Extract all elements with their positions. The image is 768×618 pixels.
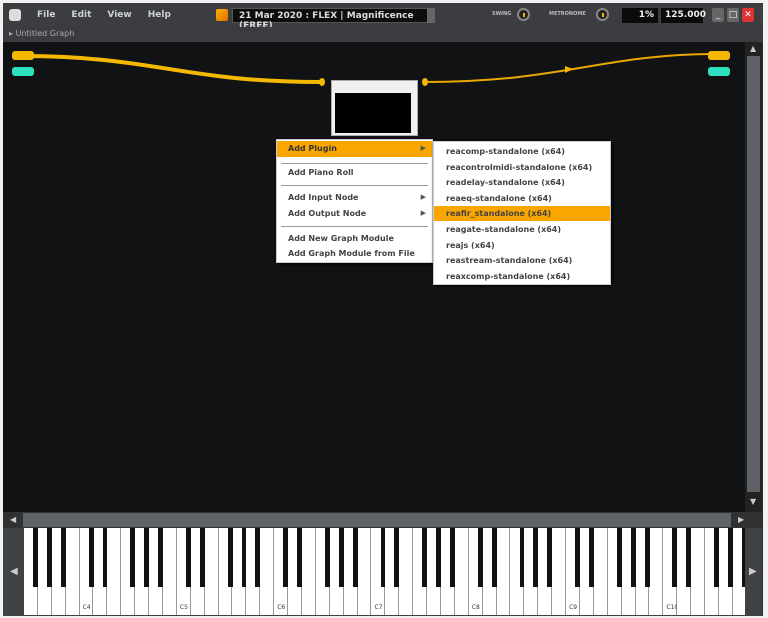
plugin-item[interactable]: reastream-standalone (x64) [434, 253, 610, 268]
white-key[interactable] [691, 528, 706, 615]
submenu-arrow-icon: ▶ [420, 144, 426, 152]
tempo-display[interactable]: 125.000 [661, 8, 706, 23]
graph-title[interactable]: Untitled Graph [16, 29, 75, 38]
plugin-item[interactable]: reacontrolmidi-standalone (x64) [434, 160, 610, 175]
submenu-arrow-icon: ▶ [420, 193, 426, 201]
keyboard-right-icon[interactable]: ▶ [749, 566, 757, 577]
plugin-item[interactable]: reaeq-standalone (x64) [434, 191, 610, 206]
keyboard-left-icon[interactable]: ◀ [10, 566, 18, 577]
menu-item-label: Add Output Node [288, 209, 367, 218]
vertical-scroll-thumb[interactable] [747, 56, 760, 492]
menu-file[interactable]: File [37, 10, 55, 20]
app-window: File Edit View Help 21 Mar 2020 : FLEX |… [3, 3, 763, 616]
octave-label: C6 [277, 604, 286, 611]
project-dropdown-button[interactable] [427, 8, 435, 23]
audio-output-port[interactable] [708, 51, 730, 60]
horizontal-scrollbar[interactable]: ◀ ▶ [3, 512, 762, 528]
menu-item-add-output-node[interactable]: Add Output Node ▶ [277, 206, 432, 222]
percent-display[interactable]: 1% [622, 8, 658, 23]
menu-view[interactable]: View [107, 10, 131, 20]
midi-input-port[interactable] [12, 67, 34, 76]
plugin-item[interactable]: reaxcomp-standalone (x64) [434, 269, 610, 284]
audio-input-port[interactable] [12, 51, 34, 60]
octave-label: C5 [179, 604, 188, 611]
context-menu: Add Plugin ▶ Add Piano Roll Add Input Nod… [276, 139, 433, 263]
white-key[interactable] [260, 528, 275, 615]
menu-item-label: Add Plugin [288, 144, 337, 153]
swing-label: SWING [492, 11, 512, 17]
scroll-down-icon[interactable]: ▼ [750, 497, 756, 506]
menu-item-label: Add Input Node [288, 193, 359, 202]
plugin-item[interactable]: readelay-standalone (x64) [434, 175, 610, 190]
midi-output-port[interactable] [708, 67, 730, 76]
white-key[interactable] [204, 528, 219, 615]
white-key[interactable] [496, 528, 511, 615]
menu-item-add-plugin[interactable]: Add Plugin ▶ [277, 141, 432, 157]
menu-separator [281, 226, 428, 227]
white-key[interactable] [65, 528, 80, 615]
white-key[interactable] [593, 528, 608, 615]
menu-help[interactable]: Help [148, 10, 171, 20]
menubar: File Edit View Help 21 Mar 2020 : FLEX |… [3, 3, 763, 31]
plugin-submenu: reacomp-standalone (x64) reacontrolmidi-s… [433, 141, 611, 285]
audio-cable-in [22, 54, 322, 84]
white-key[interactable] [107, 528, 122, 615]
octave-label: C4 [82, 604, 91, 611]
app-logo-icon[interactable] [9, 9, 21, 21]
black-key[interactable] [741, 528, 745, 587]
breadcrumb: ▸ Untitled Graph [3, 27, 763, 42]
scroll-right-icon[interactable]: ▶ [738, 515, 744, 524]
white-key[interactable] [454, 528, 469, 615]
menu-item-add-piano-roll[interactable]: Add Piano Roll [277, 165, 432, 181]
graph-canvas[interactable] [3, 42, 745, 512]
plugin-item[interactable]: reafir_standalone (x64) [434, 206, 610, 222]
menu-edit[interactable]: Edit [71, 10, 91, 20]
white-key[interactable] [552, 528, 567, 615]
octave-label: C9 [569, 604, 578, 611]
white-key[interactable] [649, 528, 664, 615]
plugin-item[interactable]: reacomp-standalone (x64) [434, 144, 610, 159]
white-key[interactable] [163, 528, 177, 615]
scroll-up-icon[interactable]: ▲ [750, 44, 756, 53]
white-key[interactable] [302, 528, 316, 615]
white-key[interactable] [399, 528, 414, 615]
octave-label: C8 [471, 604, 480, 611]
submenu-arrow-icon: ▶ [420, 209, 426, 217]
scroll-left-icon[interactable]: ◀ [10, 515, 16, 524]
node-output-pin [422, 78, 428, 86]
horizontal-scroll-thumb[interactable] [23, 513, 731, 527]
plugin-item[interactable]: reagate-standalone (x64) [434, 222, 610, 237]
metronome-knob[interactable] [596, 8, 609, 21]
maximize-button[interactable]: □ [727, 8, 739, 22]
piano-keyboard-panel: ◀ C4 C5 C6 C7 C8 C9 C10 ▶ [3, 528, 762, 616]
node-input-pin [319, 78, 325, 86]
vertical-scrollbar[interactable]: ▲ ▼ [745, 42, 762, 512]
plugin-node[interactable] [331, 80, 418, 136]
menu-item-add-graph-module-from-file[interactable]: Add Graph Module from File [277, 246, 432, 262]
menu-separator [281, 163, 428, 164]
close-button[interactable]: ✕ [742, 8, 754, 22]
swing-knob[interactable] [517, 8, 530, 21]
metronome-label: METRONOME [549, 11, 586, 17]
rss-feed-icon[interactable] [216, 9, 228, 21]
menu-separator [281, 185, 428, 186]
plugin-node-preview [335, 93, 411, 133]
menu-item-add-new-graph-module[interactable]: Add New Graph Module [277, 231, 432, 247]
minimize-button[interactable]: _ [712, 8, 724, 22]
cable-arrow [565, 66, 573, 73]
white-key[interactable] [357, 528, 372, 615]
menu-item-add-input-node[interactable]: Add Input Node ▶ [277, 190, 432, 206]
piano-keyboard[interactable]: C4 C5 C6 C7 C8 C9 C10 [24, 528, 745, 615]
plugin-item[interactable]: reajs (x64) [434, 238, 610, 253]
octave-label: C7 [374, 604, 383, 611]
project-selector[interactable]: 21 Mar 2020 : FLEX | Magnificence (FREE) [232, 8, 428, 31]
